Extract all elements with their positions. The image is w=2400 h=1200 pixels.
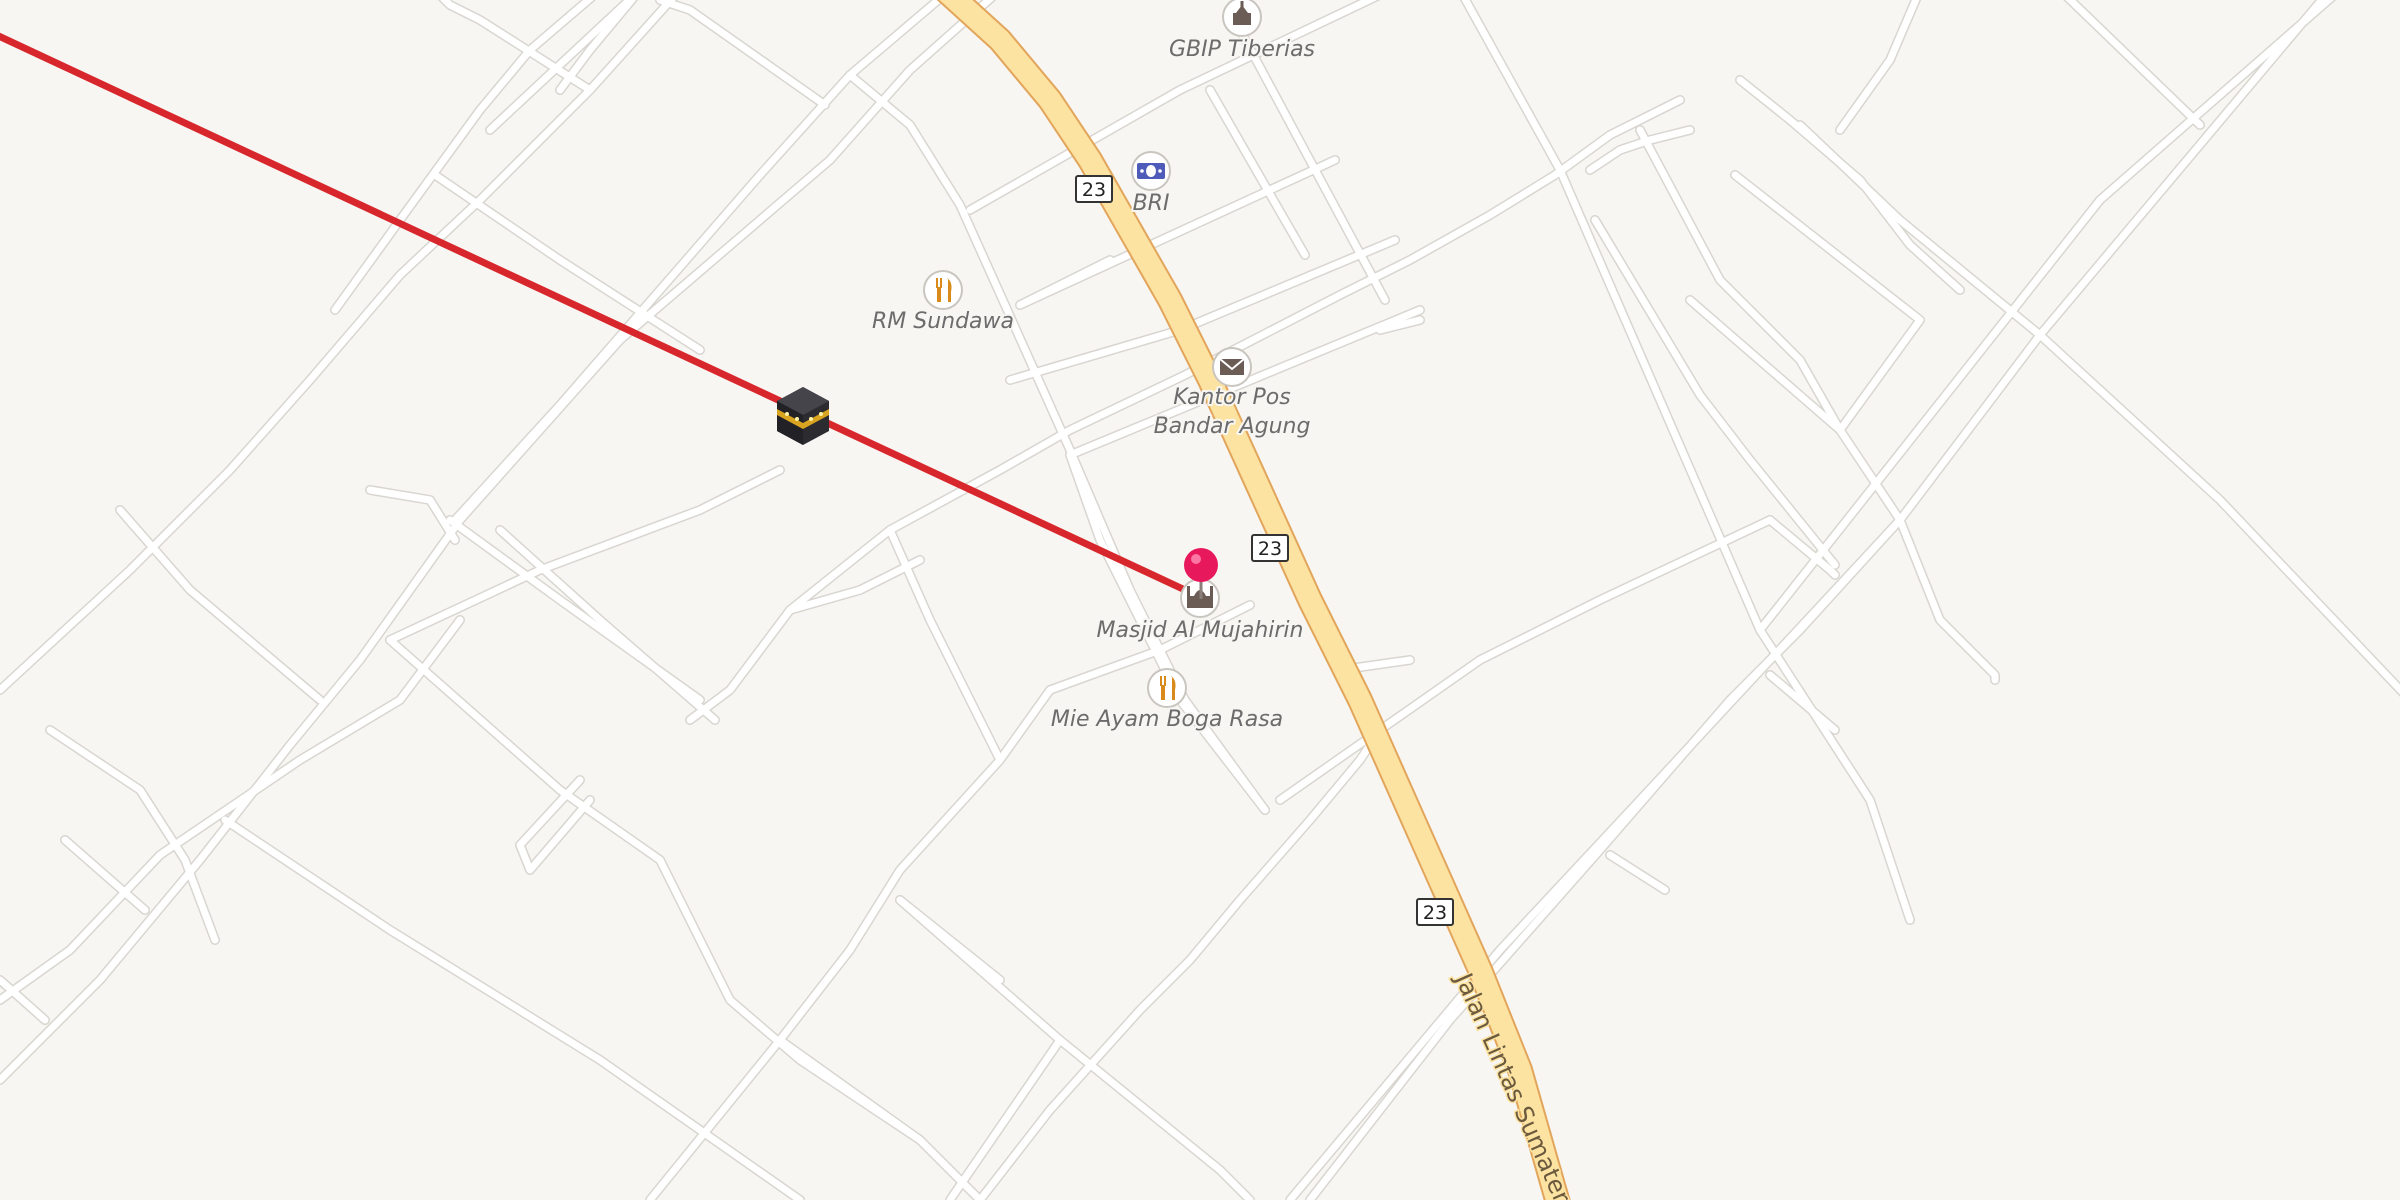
poi-label: Mie Ayam Boga Rasa — [1051, 707, 1283, 732]
map-canvas[interactable]: Jalan Lintas Sumatera 23 23 23 GBIP Tibe… — [0, 0, 2400, 1200]
route-shield: 23 — [1075, 175, 1113, 203]
bank-icon — [1137, 163, 1165, 179]
poi-label: RM Sundawa — [872, 309, 1014, 334]
route-shield: 23 — [1251, 534, 1289, 562]
street-name-label: Jalan Lintas Sumatera — [1449, 967, 1582, 1200]
post-office-icon — [1219, 358, 1245, 375]
poi-label-line2: Bandar Agung — [1154, 414, 1311, 439]
kaaba-icon[interactable] — [777, 387, 829, 445]
route-shield-number: 23 — [1423, 902, 1447, 924]
poi-label: BRI — [1133, 191, 1170, 216]
route-shield: 23 — [1416, 898, 1454, 926]
route-shield-number: 23 — [1258, 538, 1282, 560]
poi-label: GBIP Tiberias — [1169, 37, 1315, 62]
route-shield-number: 23 — [1082, 179, 1106, 201]
qibla-direction-line — [0, 32, 1204, 601]
poi-label: Kantor Pos — [1173, 385, 1290, 410]
poi-bri[interactable]: BRI — [1131, 151, 1171, 218]
poi-label: Masjid Al Mujahirin — [1097, 618, 1304, 643]
